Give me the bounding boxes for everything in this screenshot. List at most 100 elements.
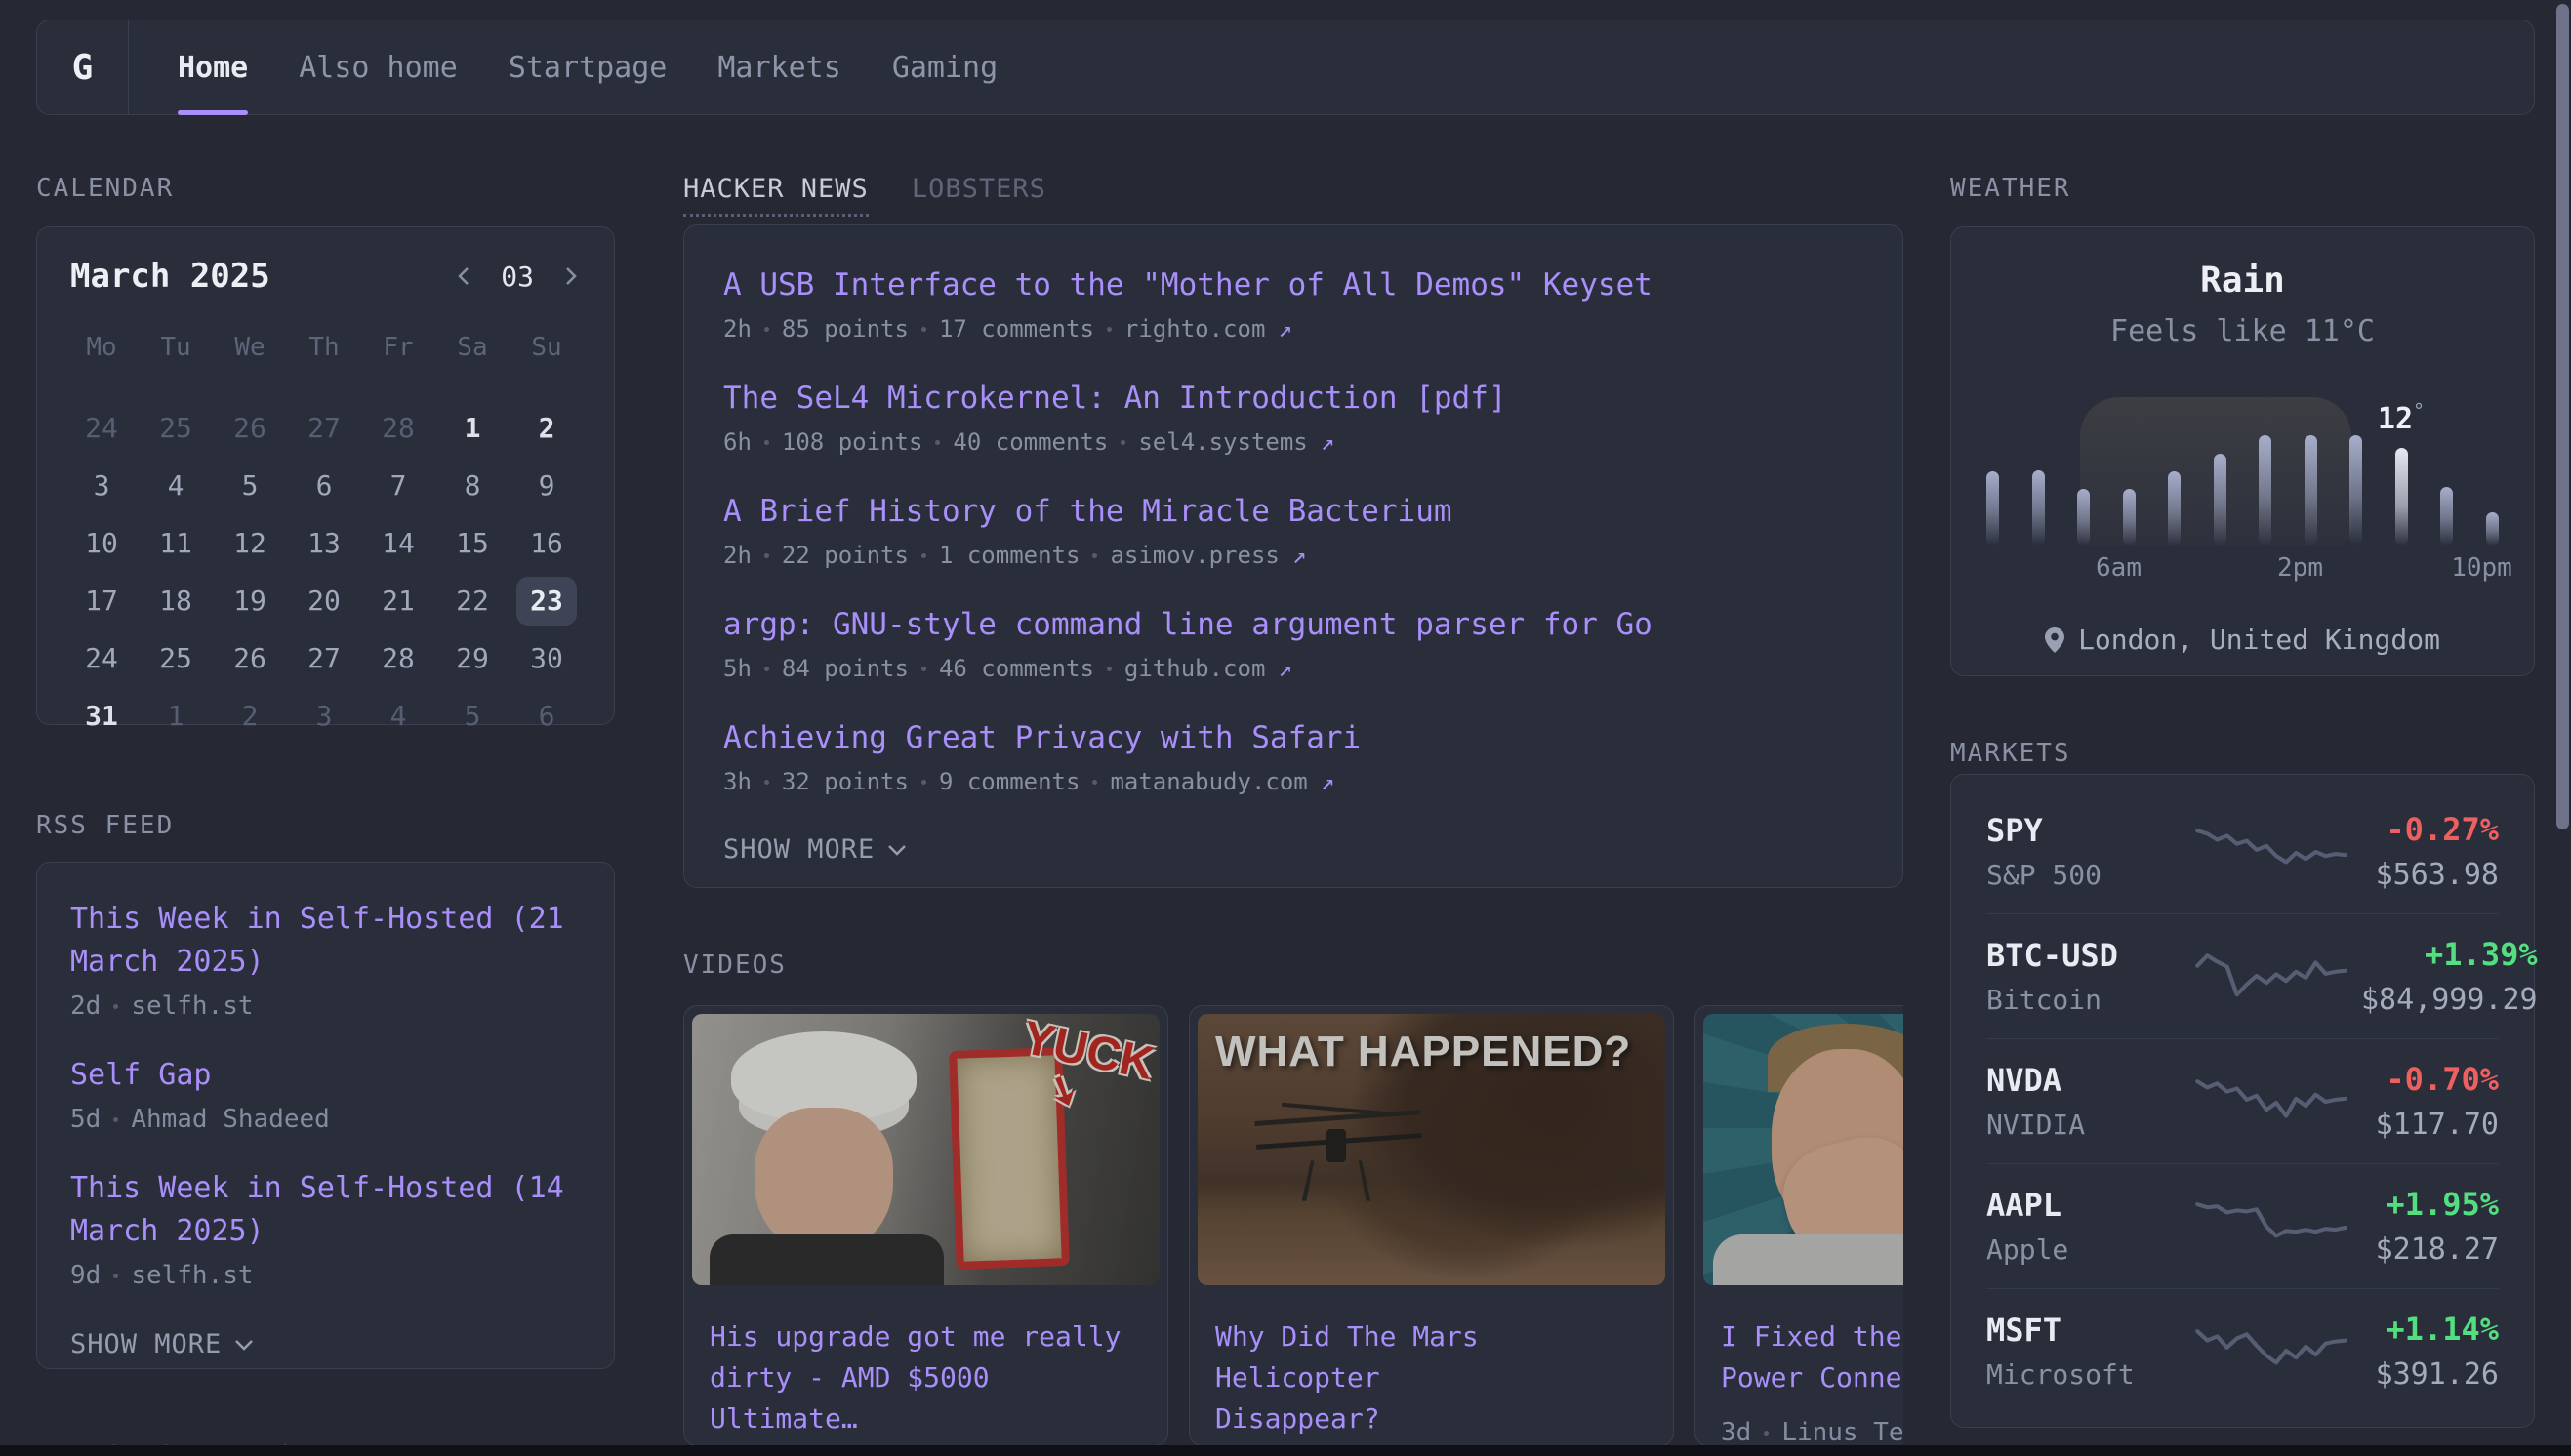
weather-time-label: 10pm — [2451, 553, 2512, 583]
rss-item-link[interactable]: This Week in Self-Hosted (21 March 2025) — [70, 898, 581, 984]
weather-bar — [2123, 489, 2136, 546]
hn-item-meta: 3h 32 points 9 comments matanabudy.com ↗ — [723, 768, 1863, 795]
sparkline-chart — [2193, 1072, 2349, 1131]
nav-tab[interactable]: Markets — [717, 20, 840, 114]
market-row[interactable]: SPY S&P 500 -0.27% $563.98 — [1986, 789, 2499, 913]
hn-item-domain-link[interactable]: asimov.press — [1110, 542, 1279, 569]
calendar-day: 22 — [435, 572, 510, 629]
market-row[interactable]: NVDA NVIDIA -0.70% $117.70 — [1986, 1038, 2499, 1163]
hn-item-link[interactable]: argp: GNU-style command line argument pa… — [723, 604, 1863, 645]
weather-feels-like: Feels like 11°C — [1986, 314, 2499, 348]
calendar-month-number: 03 — [501, 261, 534, 293]
market-price: $117.70 — [2361, 1108, 2499, 1142]
hn-item: A USB Interface to the "Mother of All De… — [723, 264, 1863, 343]
calendar-weekday: Su — [510, 325, 584, 370]
dot-separator — [1764, 1431, 1769, 1436]
market-name: Microsoft — [1986, 1358, 2182, 1391]
weather-bar — [2259, 435, 2271, 546]
hn-item-link[interactable]: A Brief History of the Miracle Bacterium — [723, 491, 1863, 532]
calendar-navigation: 03 — [454, 261, 581, 293]
calendar-day: 6 — [287, 457, 361, 514]
calendar-day: 6 — [510, 687, 584, 745]
dot-separator — [1092, 553, 1097, 558]
external-link-icon[interactable]: ↗ — [1321, 768, 1334, 795]
thumbnail-art-shape — [1713, 1234, 1903, 1285]
calendar-day: 29 — [435, 629, 510, 687]
hn-item-domain-link[interactable]: sel4.systems — [1138, 428, 1307, 456]
market-price: $563.98 — [2361, 858, 2499, 892]
external-link-icon[interactable]: ↗ — [1321, 428, 1334, 456]
markets-section-title: MARKETS — [1950, 739, 2535, 768]
weather-bar — [1986, 471, 1999, 546]
market-row[interactable]: AAPL Apple +1.95% $218.27 — [1986, 1163, 2499, 1288]
dot-separator — [1121, 440, 1125, 445]
external-link-icon[interactable]: ↗ — [1292, 542, 1306, 569]
thumbnail-art-shape — [949, 1047, 1070, 1270]
hn-item-points: 84 points — [782, 655, 909, 682]
weather-section-title: WEATHER — [1950, 174, 2535, 203]
video-thumbnail[interactable]: DO T T — [1703, 1014, 1903, 1285]
news-source-tab[interactable]: LOBSTERS — [912, 174, 1046, 214]
weather-bar — [2486, 512, 2499, 546]
news-source-tab[interactable]: HACKER NEWS — [683, 174, 869, 217]
rss-item-age: 5d — [70, 1105, 101, 1134]
calendar-day: 18 — [139, 572, 213, 629]
video-title-link[interactable]: Why Did The Mars Helicopter Disappear? — [1190, 1293, 1673, 1439]
calendar-day: 9 — [510, 457, 584, 514]
nav-tab[interactable]: Also home — [299, 20, 458, 114]
external-link-icon[interactable]: ↗ — [1278, 655, 1291, 682]
weather-time-label: 2pm — [2277, 553, 2323, 583]
rss-item-link[interactable]: This Week in Self-Hosted (14 March 2025) — [70, 1167, 581, 1253]
hn-item-link[interactable]: The SeL4 Microkernel: An Introduction [p… — [723, 378, 1863, 419]
nav-tab[interactable]: Gaming — [892, 20, 998, 114]
rss-item-meta: 9d selfh.st — [70, 1261, 581, 1290]
hn-item-points: 22 points — [782, 542, 909, 569]
market-symbol: AAPL — [1986, 1187, 2182, 1224]
hn-item-domain-link[interactable]: matanabudy.com — [1110, 768, 1307, 795]
hn-item-link[interactable]: Achieving Great Privacy with Safari — [723, 717, 1863, 758]
market-symbol: BTC-USD — [1986, 937, 2182, 974]
nav-tab-label: Markets — [717, 51, 840, 85]
chevron-down-icon — [886, 843, 908, 857]
market-row[interactable]: MSFT Microsoft +1.14% $391.26 — [1986, 1288, 2499, 1413]
dot-separator — [764, 780, 769, 785]
nav-tab[interactable]: Startpage — [509, 20, 668, 114]
external-link-icon[interactable]: ↗ — [1278, 315, 1291, 343]
market-name: S&P 500 — [1986, 859, 2182, 891]
video-title-link[interactable]: His upgrade got me really dirty - AMD $5… — [684, 1293, 1167, 1439]
market-symbol: NVDA — [1986, 1062, 2182, 1099]
nav-tab[interactable]: Home — [178, 20, 248, 114]
calendar-weekday: Sa — [435, 325, 510, 370]
app-logo: G — [37, 20, 129, 114]
weather-time-label: 6am — [2096, 553, 2142, 583]
video-age: 3d — [1721, 1418, 1751, 1447]
hn-item-link[interactable]: A USB Interface to the "Mother of All De… — [723, 264, 1863, 305]
rss-item-source: selfh.st — [131, 991, 253, 1021]
weather-bar — [2305, 435, 2317, 546]
thumbnail-art-shape — [1772, 1049, 1903, 1234]
market-row[interactable]: BTC-USD Bitcoin +1.39% $84,999.29 — [1986, 913, 2499, 1038]
rss-item-link[interactable]: Self Gap — [70, 1054, 581, 1097]
dot-separator — [764, 667, 769, 671]
news-source-tabs: HACKER NEWS LOBSTERS — [683, 174, 1903, 222]
hn-show-more-button[interactable]: SHOW MORE — [723, 834, 1863, 865]
scrollbar-thumb[interactable] — [2556, 4, 2569, 829]
rss-show-more-button[interactable]: SHOW MORE — [70, 1329, 581, 1359]
dot-separator — [764, 553, 769, 558]
video-title-link[interactable]: I Fixed the 5 Power Connect — [1695, 1293, 1903, 1398]
dot-separator — [921, 667, 926, 671]
hn-item-domain-link[interactable]: github.com — [1124, 655, 1266, 682]
rss-item-age: 2d — [70, 991, 101, 1021]
calendar-next-icon[interactable] — [559, 265, 581, 287]
video-thumbnail[interactable]: YUCK — [692, 1014, 1160, 1285]
market-name: Bitcoin — [1986, 984, 2182, 1016]
chevron-down-icon — [233, 1338, 255, 1352]
video-thumbnail[interactable]: WHAT HAPPENED? — [1198, 1014, 1665, 1285]
calendar-day: 1 — [139, 687, 213, 745]
calendar-day: 24 — [64, 629, 139, 687]
left-column: CALENDAR March 2025 03 Mo — [36, 174, 615, 1456]
dot-separator — [921, 780, 926, 785]
calendar-prev-icon[interactable] — [454, 265, 475, 287]
calendar-day: 31 — [64, 687, 139, 745]
hn-item-domain-link[interactable]: righto.com — [1124, 315, 1266, 343]
